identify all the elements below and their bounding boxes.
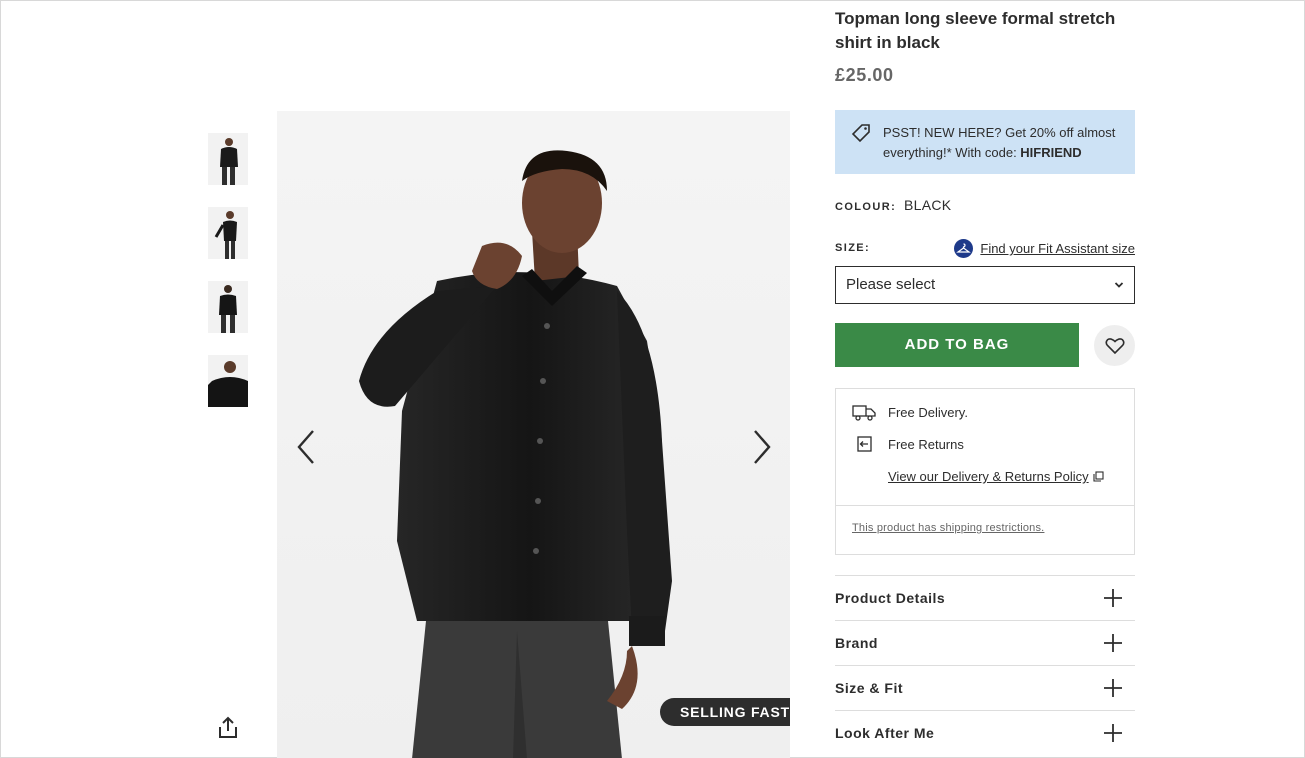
- free-returns-row: Free Returns: [852, 435, 964, 453]
- thumbnail-2[interactable]: [208, 207, 248, 259]
- plus-icon: [1104, 634, 1122, 652]
- accordion-label: Size & Fit: [835, 680, 904, 696]
- heart-icon: [1104, 337, 1125, 354]
- plus-icon: [1104, 589, 1122, 607]
- size-label: SIZE:: [835, 242, 871, 254]
- fit-assistant-label: Find your Fit Assistant size: [980, 241, 1135, 256]
- accordion-brand[interactable]: Brand: [835, 620, 1135, 665]
- size-select-value: Please select: [846, 276, 936, 293]
- chevron-down-icon: [1114, 282, 1124, 288]
- returns-icon: [857, 436, 872, 452]
- colour-row: COLOUR: BLACK: [835, 197, 951, 213]
- accordion-label: Look After Me: [835, 725, 935, 741]
- free-delivery-row: Free Delivery.: [852, 403, 968, 421]
- thumbnail-image: [208, 207, 248, 259]
- product-image-gallery: SELLING FAST: [277, 111, 790, 758]
- product-price: £25.00: [835, 65, 894, 85]
- selling-fast-badge: SELLING FAST: [660, 698, 790, 726]
- policy-link-label: View our Delivery & Returns Policy: [888, 469, 1089, 484]
- accordion-size-fit[interactable]: Size & Fit: [835, 665, 1135, 710]
- thumbnail-list: [208, 133, 248, 429]
- size-row: SIZE: Find your Fit Assistant size: [835, 239, 1135, 259]
- previous-image-button[interactable]: [288, 429, 324, 465]
- shipping-restrictions-link[interactable]: This product has shipping restrictions.: [852, 522, 1044, 534]
- thumbnail-image: [208, 281, 248, 333]
- tag-icon: [851, 124, 870, 143]
- thumbnail-image: [208, 133, 248, 185]
- truck-icon: [852, 405, 876, 421]
- product-main-image: [359, 150, 672, 758]
- plus-icon: [1104, 679, 1122, 697]
- thumbnail-3[interactable]: [208, 281, 248, 333]
- add-to-bag-button[interactable]: ADD TO BAG: [835, 323, 1079, 367]
- promo-code: HIFRIEND: [1020, 145, 1082, 160]
- colour-value: BLACK: [904, 197, 952, 213]
- chevron-left-icon: [297, 430, 314, 464]
- product-title: Topman long sleeve formal stretch shirt …: [835, 9, 1116, 52]
- free-returns-text: Free Returns: [888, 436, 964, 452]
- accordion-product-details[interactable]: Product Details: [835, 575, 1135, 620]
- share-icon: [219, 716, 237, 738]
- delivery-info-box: Free Delivery. Free Returns View our Del…: [835, 388, 1135, 555]
- promo-banner: PSST! NEW HERE? Get 20% off almost every…: [835, 110, 1135, 174]
- next-image-button[interactable]: [744, 429, 780, 465]
- accordion-label: Brand: [835, 635, 878, 651]
- thumbnail-4[interactable]: [208, 355, 248, 407]
- chevron-right-icon: [754, 430, 771, 464]
- colour-label: COLOUR:: [835, 201, 897, 213]
- thumbnail-image: [208, 355, 248, 407]
- divider: [836, 505, 1134, 506]
- free-delivery-text: Free Delivery.: [888, 404, 968, 420]
- accordion-label: Product Details: [835, 590, 946, 606]
- hanger-icon: [954, 239, 974, 258]
- size-select[interactable]: Please select: [835, 266, 1135, 304]
- fit-assistant-link[interactable]: Find your Fit Assistant size: [954, 239, 1135, 258]
- delivery-returns-policy-link[interactable]: View our Delivery & Returns Policy: [888, 469, 1104, 484]
- thumbnail-1[interactable]: [208, 133, 248, 185]
- save-for-later-button[interactable]: [1094, 325, 1135, 366]
- share-button[interactable]: [215, 715, 241, 741]
- accordion-look-after-me[interactable]: Look After Me: [835, 710, 1135, 755]
- product-accordion: Product Details Brand Size & Fit Look Af…: [835, 575, 1135, 755]
- external-link-icon: [1093, 471, 1104, 482]
- plus-icon: [1104, 724, 1122, 742]
